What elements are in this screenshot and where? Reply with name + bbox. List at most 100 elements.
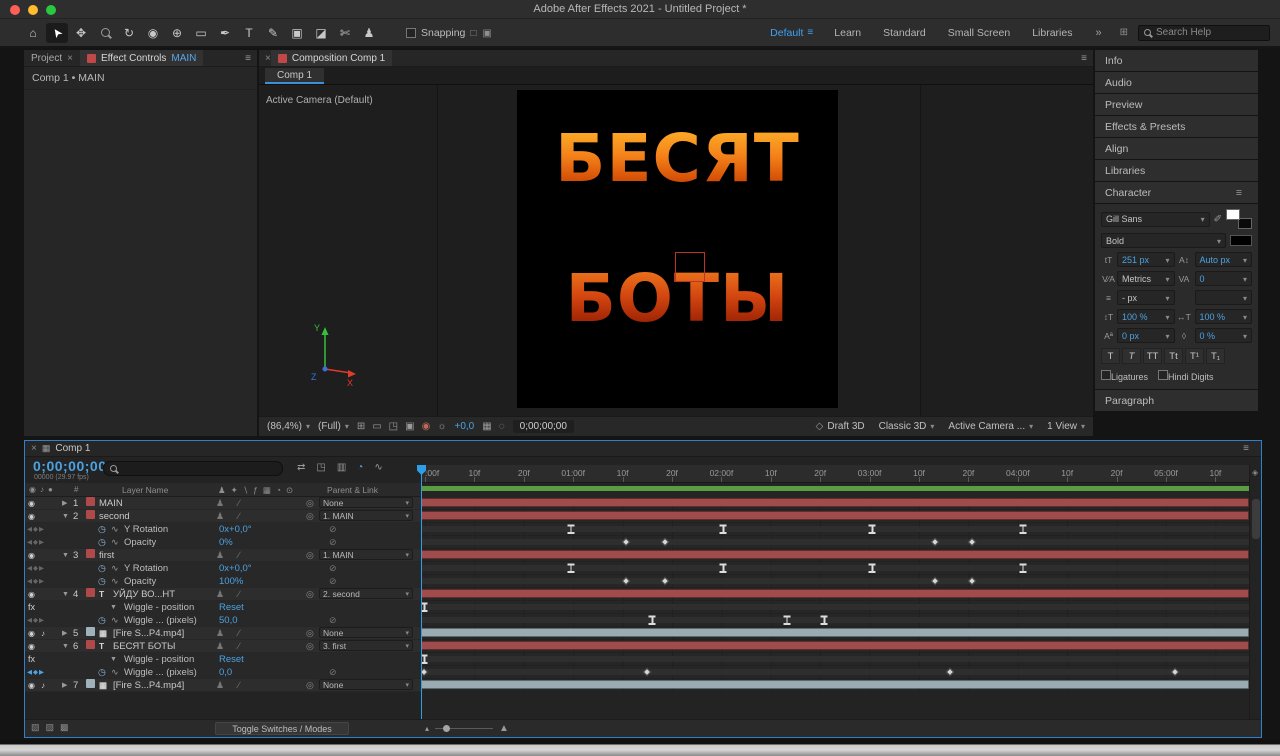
font-size-select[interactable]: 251 px [1117,252,1175,267]
layer-name[interactable]: MAIN [99,497,123,510]
close-icon[interactable]: × [67,53,73,64]
twirl-icon[interactable]: ▼ [62,549,69,562]
parent-pickwhip-icon[interactable]: ◎ [306,640,314,653]
parent-pickwhip-icon[interactable]: ◎ [306,627,314,640]
timeline-zoom-slider[interactable] [435,725,494,732]
ligatures-option[interactable]: Ligatures [1101,370,1148,382]
close-window-button[interactable] [10,5,20,15]
layer-row-5[interactable]: ◉ ♪ ▶ 5 ▦ [Fire S...P4.mp4] ♟∕ ◎ None [25,627,1249,640]
property-value[interactable]: 50,0 [219,614,238,627]
pan-behind-tool[interactable]: ⊕ [166,23,188,43]
layer-switches[interactable]: ♟∕ [216,627,254,640]
property-row[interactable]: ◀◆▶ ◷ ∿ Y Rotation 0x+0,0° ⊘ [25,523,1249,536]
layer-switches[interactable]: ♟∕ [216,549,254,562]
panel-menu-icon[interactable]: ≡ [1075,53,1093,64]
stroke-color-swatch[interactable] [1238,218,1252,229]
parent-pickwhip-icon[interactable]: ◎ [306,549,314,562]
effect-row[interactable]: fx ▼ Wiggle - position Reset [25,653,1249,666]
composition-viewer[interactable]: Active Camera (Default) БЕСЯТ БОТЫ Y X Z [259,85,1093,416]
eyedropper-icon[interactable]: ✐ [1214,214,1222,225]
reset-link[interactable]: Reset [219,653,244,666]
twirl-icon[interactable]: ▶ [62,627,67,640]
parent-select[interactable]: 2. second [319,588,413,599]
viewer-tab-comp-1[interactable]: Comp 1 [265,68,325,84]
close-icon[interactable]: × [31,443,37,454]
draft-3d-icon[interactable]: ◳ [316,462,325,473]
baseline-shift-input[interactable]: 0 px [1117,328,1175,343]
faux-bold-button[interactable]: T [1101,348,1120,364]
layer-switches[interactable]: ♟∕ [216,679,254,692]
leading-select[interactable]: Auto px [1194,252,1252,267]
panel-header-audio[interactable]: Audio [1095,72,1258,93]
keyframe-icon[interactable] [868,563,876,573]
property-name[interactable]: Y Rotation [124,562,168,575]
keyframe-navigator[interactable]: ◀◆▶ [27,523,45,536]
parent-select[interactable]: 1. MAIN [319,510,413,521]
toggle-switches-modes-button[interactable]: Toggle Switches / Modes [215,722,349,735]
tracking-select[interactable]: 0 [1194,271,1252,286]
property-value[interactable]: 0x+0,0° [219,562,252,575]
visibility-toggle[interactable]: ◉ [28,510,35,523]
twirl-icon[interactable]: ▶ [62,679,67,692]
layer-color-chip[interactable] [86,640,95,649]
layer-color-chip[interactable] [86,549,95,558]
tab-project[interactable]: Project × [24,50,80,66]
keyframe-icon[interactable] [719,524,727,534]
tab-effect-controls[interactable]: Effect Controls MAIN [79,50,204,66]
motion-blur-icon[interactable]: ◔ [357,462,363,473]
panel-header-effects-presets[interactable]: Effects & Presets [1095,116,1258,137]
property-row[interactable]: ◀◆▶ ◷ ∿ Wiggle ... (pixels) 50,0 ⊘ [25,614,1249,627]
show-snapshot-icon[interactable]: ◌ [499,421,505,432]
layer-name[interactable]: [Fire S...P4.mp4] [113,627,184,640]
grid-guides-icon[interactable]: ▣ [405,421,414,432]
layer-duration-bar[interactable] [421,511,1249,520]
font-style-select[interactable]: Bold [1101,233,1226,248]
keyframe-navigator[interactable]: ◀◆▶ [27,575,45,588]
kerning-select[interactable]: Metrics [1117,271,1175,286]
tab-composition[interactable]: Composition Comp 1 [270,50,393,66]
pane-toggle-icon-3[interactable]: ▩ [60,722,75,732]
keyframe-icon[interactable] [421,602,428,612]
stopwatch-icon[interactable]: ◷ [98,523,106,536]
timeline-vertical-scrollbar[interactable]: ◈ [1249,465,1261,719]
layer-row-7[interactable]: ◉ ♪ ▶ 7 ▦ [Fire S...P4.mp4] ♟∕ ◎ None [25,679,1249,692]
rectangle-tool[interactable]: ▭ [190,23,212,43]
help-search[interactable] [1138,24,1270,41]
current-time-indicator[interactable] [417,465,426,719]
keyframe-navigator[interactable]: ◀◆▶ [27,536,45,549]
clone-stamp-tool[interactable]: ▣ [286,23,308,43]
visibility-toggle[interactable]: ◉ [28,679,35,692]
zoom-slider-handle[interactable] [443,725,451,732]
horizontal-scale-input[interactable]: 100 % [1194,309,1252,324]
panel-menu-icon[interactable]: ≡ [239,53,257,64]
keyframe-icon[interactable] [567,524,575,534]
panel-header-align[interactable]: Align [1095,138,1258,159]
visibility-toggle[interactable]: ◉ [28,549,35,562]
stroke-style-select[interactable] [1194,290,1252,305]
stopwatch-icon[interactable]: ◷ [98,614,106,627]
layer-color-chip[interactable] [86,510,95,519]
reset-link[interactable]: Reset [219,601,244,614]
parent-select[interactable]: None [319,627,413,638]
property-name[interactable]: Y Rotation [124,523,168,536]
fill-color-swatch[interactable] [1226,209,1240,220]
type-tool[interactable]: T [238,23,260,43]
fullscreen-window-button[interactable] [46,5,56,15]
panel-header-character[interactable]: Character ≡ [1095,182,1258,203]
layer-name[interactable]: БЕСЯТ БОТЫ [113,640,175,653]
parent-pickwhip-icon[interactable]: ◎ [306,679,314,692]
frame-blending-icon[interactable]: ▥ [337,462,346,473]
layer-name[interactable]: first [99,549,114,562]
stopwatch-icon[interactable]: ◷ [98,666,106,679]
timeline-ruler[interactable]: :00f 10f 20f 01:00f 10f 20f 02:00f 10f 20f 03:00f… [421,465,1249,483]
fill-stroke-swatches[interactable] [1226,209,1252,229]
subscript-button[interactable]: T₁ [1206,348,1225,364]
renderer-select[interactable]: Classic 3D [879,421,935,432]
faux-italic-button[interactable]: T [1122,348,1141,364]
effect-controls-target[interactable]: Comp 1 • MAIN [24,67,257,90]
stroke-width-select[interactable]: - px [1117,290,1175,305]
roto-brush-tool[interactable]: ✄ [334,23,356,43]
parent-pickwhip-icon[interactable]: ◎ [306,497,314,510]
orbit-tool[interactable]: ↻ [118,23,140,43]
snapping-checkbox[interactable] [406,27,416,38]
